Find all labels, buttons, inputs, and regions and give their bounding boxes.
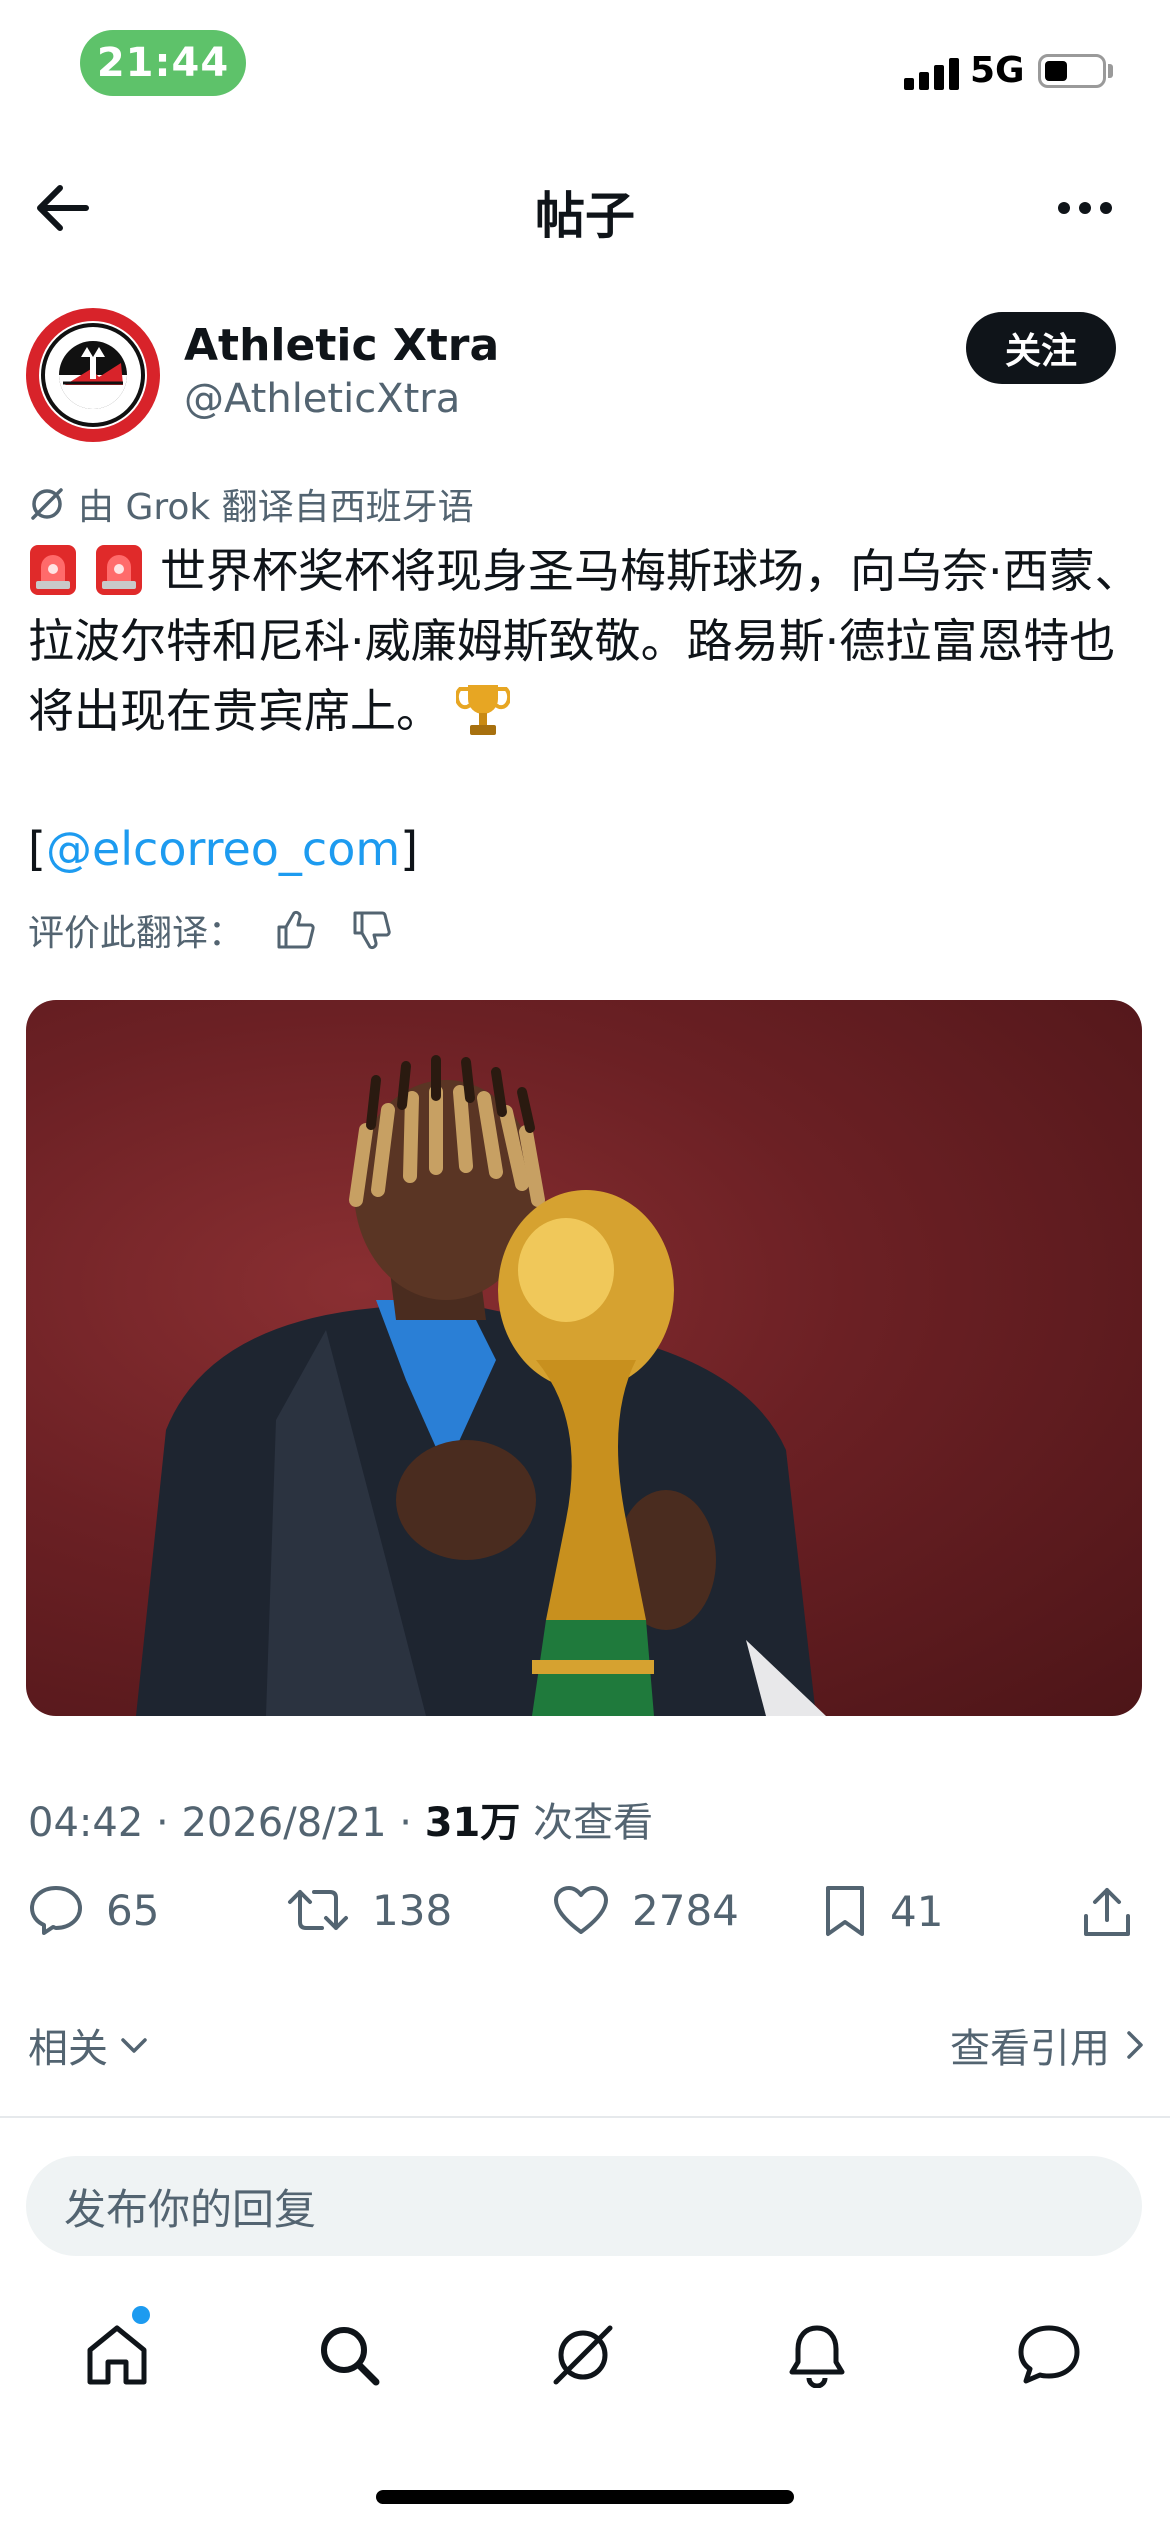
- search-icon: [321, 2327, 380, 2386]
- post-text: 世界杯奖杯将现身圣马梅斯球场，向乌奈·西蒙、拉波尔特和尼科·威廉姆斯致敬。路易斯…: [28, 536, 1148, 746]
- tab-search[interactable]: [304, 2310, 394, 2400]
- reply-icon: [30, 1886, 82, 1935]
- siren-icon: [30, 545, 76, 595]
- translation-note: 由 Grok 翻译自西班牙语: [28, 478, 474, 530]
- tab-home[interactable]: [72, 2310, 162, 2400]
- like-stat[interactable]: 2784: [552, 1884, 739, 1936]
- reply-input[interactable]: 发布你的回复: [26, 2156, 1142, 2256]
- follow-button[interactable]: 关注: [966, 312, 1116, 384]
- repost-icon: [288, 1890, 348, 1930]
- rate-translation: 评价此翻译：: [28, 904, 396, 956]
- avatar[interactable]: [26, 308, 160, 442]
- battery-icon: [1038, 54, 1106, 88]
- bell-icon: [789, 2325, 845, 2388]
- chat-icon: [1018, 2325, 1080, 2384]
- view-quotes-label: 查看引用: [950, 2026, 1110, 2072]
- trophy-icon: [456, 685, 510, 735]
- post-time: 04:42: [28, 1800, 144, 1846]
- signal-icon: [904, 56, 959, 90]
- related-label: 相关: [28, 2026, 108, 2072]
- post-meta: 04:42 · 2026/8/21 · 31万 次查看: [28, 1800, 654, 1846]
- chevron-down-icon: [121, 2038, 147, 2053]
- bookmark-count: 41: [890, 1886, 944, 1936]
- view-label: 次查看: [533, 1800, 654, 1846]
- page-title: 帖子: [535, 187, 635, 245]
- thumbs-down-button[interactable]: [348, 906, 396, 954]
- siren-icon: [96, 545, 142, 595]
- more-options-button[interactable]: [1040, 168, 1130, 248]
- post-date: 2026/8/21: [181, 1800, 387, 1846]
- chevron-right-icon: [1127, 2031, 1143, 2059]
- bookmark-icon: [826, 1886, 864, 1936]
- bookmark-stat[interactable]: 41: [822, 1884, 943, 1938]
- repost-stat[interactable]: 138: [286, 1884, 452, 1936]
- thumbs-up-button[interactable]: [272, 906, 320, 954]
- thumbs-up-icon: [277, 910, 315, 949]
- grok-icon: [31, 488, 63, 520]
- view-quotes-link[interactable]: 查看引用: [950, 2016, 1146, 2074]
- mention-line: [@elcorreo_com]: [28, 822, 419, 876]
- view-count: 31万: [424, 1800, 521, 1846]
- tab-notifications[interactable]: [772, 2310, 862, 2400]
- status-time: 21:44: [80, 30, 246, 96]
- divider: [0, 2116, 1170, 2118]
- heart-icon: [554, 1886, 608, 1934]
- trophy-photo: [136, 1055, 826, 1716]
- post-body: 世界杯奖杯将现身圣马梅斯球场，向乌奈·西蒙、拉波尔特和尼科·威廉姆斯致敬。路易斯…: [28, 544, 1141, 738]
- home-notification-dot: [132, 2306, 150, 2324]
- author-name[interactable]: Athletic Xtra: [184, 320, 499, 371]
- club-crest-icon: [41, 323, 145, 427]
- rate-translation-label: 评价此翻译：: [28, 913, 245, 954]
- network-label: 5G: [970, 50, 1025, 91]
- repost-count: 138: [372, 1885, 453, 1935]
- tab-messages[interactable]: [1004, 2310, 1094, 2400]
- mention-link[interactable]: @elcorreo_com: [46, 822, 400, 876]
- share-icon: [1084, 1888, 1130, 1936]
- like-count: 2784: [632, 1885, 739, 1935]
- reply-stat[interactable]: 65: [28, 1884, 159, 1936]
- tab-grok[interactable]: [538, 2310, 628, 2400]
- thumbs-down-icon: [353, 911, 391, 950]
- home-icon: [87, 2325, 147, 2385]
- author-handle[interactable]: @AthleticXtra: [184, 376, 460, 422]
- translation-note-text: 由 Grok 翻译自西班牙语: [78, 487, 474, 528]
- grok-icon: [553, 2325, 613, 2385]
- home-indicator: [376, 2490, 794, 2504]
- share-button[interactable]: [1080, 1884, 1134, 1940]
- related-dropdown[interactable]: 相关: [28, 2016, 150, 2074]
- post-image[interactable]: [26, 1000, 1142, 1716]
- reply-count: 65: [106, 1885, 160, 1935]
